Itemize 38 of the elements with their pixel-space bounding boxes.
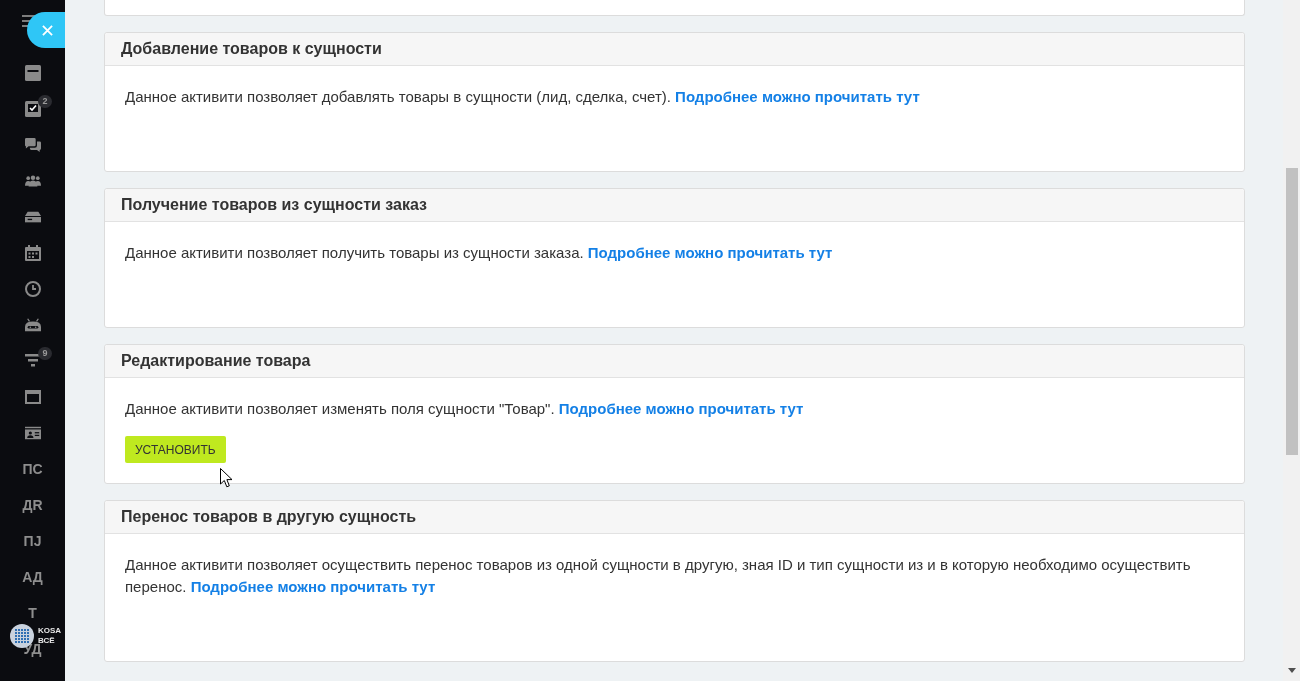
robot-icon[interactable] — [24, 317, 41, 333]
logo-text: ВСЁ — [38, 636, 56, 645]
chat-icon[interactable] — [24, 137, 41, 153]
card-title: Редактирование товара — [121, 352, 311, 370]
card-title: Получение товаров из сущности заказ — [121, 196, 427, 214]
funnel-icon[interactable] — [24, 353, 41, 369]
contact-card-icon[interactable] — [24, 425, 41, 441]
nav-abbreviation[interactable]: АД — [22, 569, 43, 585]
checkbox-icon[interactable] — [24, 101, 41, 117]
nav-abbreviation[interactable]: ПJ — [23, 533, 42, 549]
close-button[interactable] — [27, 12, 65, 48]
details-link[interactable]: Подробнее можно прочитать тут — [190, 578, 436, 595]
window-icon[interactable] — [24, 389, 41, 405]
calendar-icon[interactable] — [24, 245, 41, 261]
card-title: Добавление товаров к сущности — [121, 40, 382, 58]
card-description: Данное активити позволяет получить товары из сущности заказа. Подробнее можно прочитать тут — [125, 243, 834, 263]
nav-abbreviation[interactable]: ПС — [22, 461, 43, 477]
details-link[interactable]: Подробнее можно прочитать тут — [587, 244, 833, 261]
nav-abbreviation[interactable]: ДR — [22, 497, 43, 513]
scrollbar[interactable] — [1283, 0, 1300, 681]
people-icon[interactable] — [24, 173, 41, 189]
card-description: Данное активити позволяет изменять поля сущности "Товар". Подробнее можно прочитать тут — [125, 399, 805, 419]
logo-text: KOSA — [38, 626, 62, 636]
card-description: Данное активити позволяет добавлять товары в сущности (лид, сделка, счет). Подробнее можно прочитать тут — [125, 87, 921, 107]
card-description: Данное активити позволяет осуществить перенос товаров из одной сущности в другую, зная ID и тип сущности из и в которую необходимо осуществить перенос. Подробнее можно прочитать тут — [125, 555, 1192, 597]
count-badge: 2 — [38, 95, 52, 108]
scrollbar-thumb[interactable] — [1285, 168, 1298, 455]
tray-icon[interactable] — [24, 209, 41, 225]
scroll-down-icon[interactable] — [1287, 668, 1296, 673]
details-link[interactable]: Подробнее можно прочитать тут — [675, 88, 920, 105]
install-button[interactable]: УСТАНОВИТЬ — [125, 436, 226, 463]
clock-icon[interactable] — [24, 281, 41, 297]
nav-abbreviation[interactable]: Т — [28, 605, 37, 621]
close-icon — [41, 24, 53, 36]
count-badge: 9 — [38, 347, 52, 360]
card-title: Перенос товаров в другую сущность — [121, 508, 417, 526]
document-icon[interactable] — [24, 65, 41, 81]
details-link[interactable]: Подробнее можно прочитать тут — [558, 400, 804, 417]
